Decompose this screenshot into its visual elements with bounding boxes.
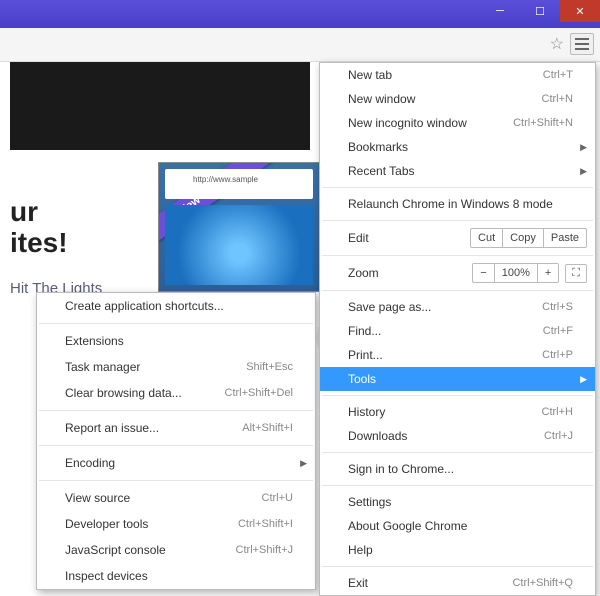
submenu-task-manager[interactable]: Task managerShift+Esc	[37, 354, 315, 380]
menu-find[interactable]: Find...Ctrl+F	[320, 319, 595, 343]
menu-edit-row: Edit Cut Copy Paste	[320, 225, 595, 251]
submenu-view-source[interactable]: View sourceCtrl+U	[37, 485, 315, 511]
menu-edit-label: Edit	[348, 231, 470, 245]
edit-cut-button[interactable]: Cut	[471, 229, 502, 247]
menu-zoom-row: Zoom − 100% + ⛶	[320, 260, 595, 286]
minimize-button[interactable]: ─	[480, 0, 520, 22]
page-header-dark	[10, 62, 310, 150]
fullscreen-button[interactable]: ⛶	[565, 264, 587, 283]
submenu-clear-data[interactable]: Clear browsing data...Ctrl+Shift+Del	[37, 380, 315, 406]
menu-zoom-label: Zoom	[348, 266, 466, 280]
menu-downloads[interactable]: DownloadsCtrl+J	[320, 424, 595, 448]
menu-history[interactable]: HistoryCtrl+H	[320, 400, 595, 424]
browser-toolbar: ☆	[0, 28, 600, 62]
edit-paste-button[interactable]: Paste	[543, 229, 586, 247]
zoom-out-button[interactable]: −	[473, 264, 493, 282]
submenu-encoding[interactable]: Encoding▶	[37, 450, 315, 476]
submenu-dev-tools[interactable]: Developer toolsCtrl+Shift+I	[37, 511, 315, 537]
chevron-right-icon: ▶	[580, 166, 587, 177]
menu-new-window[interactable]: New windowCtrl+N	[320, 87, 595, 111]
promo-heading: ur ites!	[10, 197, 68, 259]
submenu-report-issue[interactable]: Report an issue...Alt+Shift+I	[37, 415, 315, 441]
window-titlebar: ─ ☐ ✕	[0, 0, 600, 28]
menu-help[interactable]: Help	[320, 538, 595, 562]
maximize-button[interactable]: ☐	[520, 0, 560, 22]
menu-incognito[interactable]: New incognito windowCtrl+Shift+N	[320, 111, 595, 135]
menu-exit[interactable]: ExitCtrl+Shift+Q	[320, 571, 595, 595]
chevron-right-icon: ▶	[580, 374, 587, 385]
menu-tools[interactable]: Tools▶	[320, 367, 595, 391]
menu-print[interactable]: Print...Ctrl+P	[320, 343, 595, 367]
thumb-addrbar	[165, 169, 313, 199]
bookmark-star-icon[interactable]: ☆	[550, 34, 564, 54]
promo-thumbnail: New Feature! http://www.sample	[158, 162, 320, 292]
chrome-menu: New tabCtrl+T New windowCtrl+N New incog…	[319, 62, 596, 596]
menu-button[interactable]	[570, 33, 594, 55]
menu-settings[interactable]: Settings	[320, 490, 595, 514]
submenu-inspect-devices[interactable]: Inspect devices	[37, 563, 315, 589]
chevron-right-icon: ▶	[300, 458, 307, 469]
menu-recent-tabs[interactable]: Recent Tabs▶	[320, 159, 595, 183]
menu-about[interactable]: About Google Chrome	[320, 514, 595, 538]
menu-new-tab[interactable]: New tabCtrl+T	[320, 63, 595, 87]
menu-save-page[interactable]: Save page as...Ctrl+S	[320, 295, 595, 319]
close-button[interactable]: ✕	[560, 0, 600, 22]
zoom-value: 100%	[494, 264, 537, 282]
menu-signin[interactable]: Sign in to Chrome...	[320, 457, 595, 481]
thumb-url: http://www.sample	[193, 175, 258, 184]
menu-relaunch-win8[interactable]: Relaunch Chrome in Windows 8 mode	[320, 192, 595, 216]
menu-bookmarks[interactable]: Bookmarks▶	[320, 135, 595, 159]
thumb-body	[165, 205, 313, 285]
submenu-create-shortcuts[interactable]: Create application shortcuts...	[37, 293, 315, 319]
chevron-right-icon: ▶	[580, 142, 587, 153]
submenu-extensions[interactable]: Extensions	[37, 328, 315, 354]
edit-copy-button[interactable]: Copy	[502, 229, 543, 247]
tools-submenu: Create application shortcuts... Extensio…	[36, 292, 316, 590]
submenu-js-console[interactable]: JavaScript consoleCtrl+Shift+J	[37, 537, 315, 563]
zoom-in-button[interactable]: +	[537, 264, 558, 282]
